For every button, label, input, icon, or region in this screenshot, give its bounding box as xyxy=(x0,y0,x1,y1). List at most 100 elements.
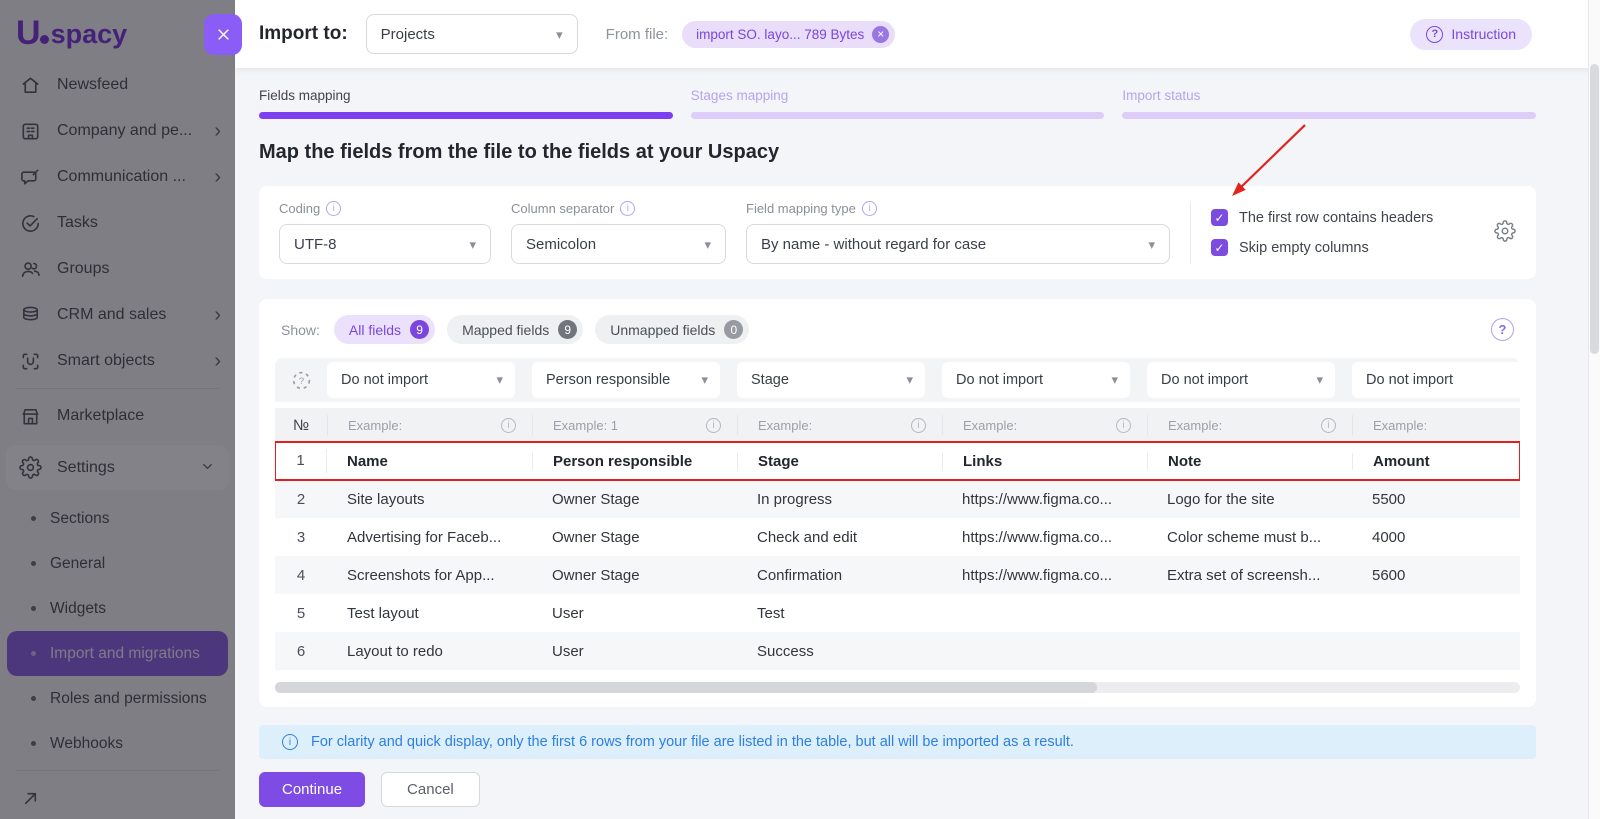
options-checkboxes: The first row contains headers Skip empt… xyxy=(1211,209,1433,256)
question-circle-icon xyxy=(1426,26,1443,43)
horizontal-scrollbar-thumb[interactable] xyxy=(275,682,1097,693)
column-separator-field-group: Column separator Semicolon xyxy=(511,201,726,264)
cell-name: Name xyxy=(327,453,532,470)
caret-down-icon xyxy=(704,236,711,253)
info-icon[interactable] xyxy=(620,201,635,216)
table-row[interactable]: 5 Test layout User Test xyxy=(275,594,1520,632)
cell-stage: Check and edit xyxy=(737,529,942,546)
column-separator-select[interactable]: Semicolon xyxy=(511,224,726,264)
cell-note: Note xyxy=(1147,453,1352,470)
filter-row: Show: All fields9 Mapped fields9 Unmappe… xyxy=(275,315,1520,344)
step-fields-mapping[interactable]: Fields mapping xyxy=(259,88,673,119)
vertical-scrollbar[interactable] xyxy=(1588,0,1600,819)
cell-name: Test layout xyxy=(327,605,532,622)
field-mapping-type-group: Field mapping type By name - without reg… xyxy=(746,201,1170,264)
auto-mapping-icon: ? xyxy=(275,370,327,391)
mapping-value: Do not import xyxy=(341,372,428,388)
cell-amount: 4000 xyxy=(1352,529,1520,546)
file-chip[interactable]: import SO. layo... 789 Bytes xyxy=(682,21,895,48)
import-options-panel: Coding UTF-8 Column separator Semicolon … xyxy=(259,186,1536,279)
cell-person: Owner Stage xyxy=(532,529,737,546)
filter-mapped-fields[interactable]: Mapped fields9 xyxy=(447,315,583,344)
modal-backdrop[interactable] xyxy=(0,0,235,819)
table-row-header-highlighted[interactable]: 1 Name Person responsible Stage Links No… xyxy=(275,442,1520,480)
import-target-select[interactable]: Projects xyxy=(366,14,578,54)
coding-value: UTF-8 xyxy=(294,236,337,253)
caret-down-icon xyxy=(1148,236,1155,253)
horizontal-scrollbar[interactable] xyxy=(275,682,1520,693)
info-icon[interactable] xyxy=(706,418,721,433)
column-mapping-select-6[interactable]: Do not import xyxy=(1352,362,1520,398)
cell-amount: Amount xyxy=(1352,453,1520,470)
first-row-headers-checkbox-row[interactable]: The first row contains headers xyxy=(1211,209,1433,226)
table-row[interactable]: 6 Layout to redo User Success xyxy=(275,632,1520,670)
column-mapping-select-2[interactable]: Person responsible xyxy=(532,362,720,398)
column-separator-label: Column separator xyxy=(511,201,726,216)
instruction-button[interactable]: Instruction xyxy=(1410,19,1532,50)
advanced-settings-gear-button[interactable] xyxy=(1494,220,1516,245)
mapping-value: Do not import xyxy=(956,372,1043,388)
step-label: Fields mapping xyxy=(259,88,673,103)
vertical-scrollbar-thumb[interactable] xyxy=(1590,64,1599,354)
skip-empty-columns-checkbox-row[interactable]: Skip empty columns xyxy=(1211,239,1433,256)
cell-name: Advertising for Faceb... xyxy=(327,529,532,546)
example-text: Example: xyxy=(1373,418,1427,433)
remove-file-icon[interactable] xyxy=(872,26,889,43)
table-row[interactable]: 2 Site layouts Owner Stage In progress h… xyxy=(275,480,1520,518)
info-icon[interactable] xyxy=(911,418,926,433)
example-cell: Example: xyxy=(737,415,942,435)
checkbox-checked-icon[interactable] xyxy=(1211,209,1228,226)
info-icon[interactable] xyxy=(862,201,877,216)
coding-label: Coding xyxy=(279,201,491,216)
step-stages-mapping[interactable]: Stages mapping xyxy=(691,88,1105,119)
fields-table-panel: Show: All fields9 Mapped fields9 Unmappe… xyxy=(259,299,1536,707)
info-icon xyxy=(282,734,298,750)
label-text: Coding xyxy=(279,201,320,216)
column-mapping-select-4[interactable]: Do not import xyxy=(942,362,1130,398)
cell-stage: Success xyxy=(737,643,942,660)
caret-down-icon xyxy=(556,26,563,43)
cell-links: https://www.figma.co... xyxy=(942,491,1147,508)
mapping-value: Do not import xyxy=(1366,372,1453,388)
info-banner-text: For clarity and quick display, only the … xyxy=(311,734,1074,750)
close-button[interactable] xyxy=(204,14,242,55)
coding-select[interactable]: UTF-8 xyxy=(279,224,491,264)
mapping-value: Stage xyxy=(751,372,789,388)
step-label: Stages mapping xyxy=(691,88,1105,103)
field-mapping-type-select[interactable]: By name - without regard for case xyxy=(746,224,1170,264)
mapping-cell: Do not import xyxy=(1352,362,1520,398)
count-badge: 9 xyxy=(558,320,577,339)
caret-down-icon xyxy=(701,372,708,388)
cell-person: User xyxy=(532,643,737,660)
table-row[interactable]: 4 Screenshots for App... Owner Stage Con… xyxy=(275,556,1520,594)
help-button[interactable] xyxy=(1491,318,1514,341)
column-mapping-select-1[interactable]: Do not import xyxy=(327,362,515,398)
info-banner: For clarity and quick display, only the … xyxy=(259,725,1536,759)
filter-all-fields[interactable]: All fields9 xyxy=(334,315,435,344)
info-icon[interactable] xyxy=(1116,418,1131,433)
checkbox-checked-icon[interactable] xyxy=(1211,239,1228,256)
info-icon[interactable] xyxy=(1321,418,1336,433)
cell-stage: Test xyxy=(737,605,942,622)
step-import-status[interactable]: Import status xyxy=(1122,88,1536,119)
example-text: Example: xyxy=(348,418,402,433)
info-icon[interactable] xyxy=(326,201,341,216)
filter-unmapped-fields[interactable]: Unmapped fields0 xyxy=(595,315,749,344)
table-row[interactable]: 3 Advertising for Faceb... Owner Stage C… xyxy=(275,518,1520,556)
number-column-header: № xyxy=(275,417,327,434)
mapping-cell: Do not import xyxy=(942,362,1147,398)
cell-name: Screenshots for App... xyxy=(327,567,532,584)
row-number: 6 xyxy=(275,643,327,660)
column-mapping-select-3[interactable]: Stage xyxy=(737,362,925,398)
continue-button[interactable]: Continue xyxy=(259,772,365,807)
row-number: 4 xyxy=(275,567,327,584)
filter-label: Unmapped fields xyxy=(610,322,715,338)
row-number: 1 xyxy=(275,449,327,473)
caret-down-icon xyxy=(469,236,476,253)
column-mapping-select-5[interactable]: Do not import xyxy=(1147,362,1335,398)
coding-field-group: Coding UTF-8 xyxy=(279,201,491,264)
cell-name: Layout to redo xyxy=(327,643,532,660)
cancel-button[interactable]: Cancel xyxy=(381,772,480,807)
info-icon[interactable] xyxy=(501,418,516,433)
step-label: Import status xyxy=(1122,88,1536,103)
